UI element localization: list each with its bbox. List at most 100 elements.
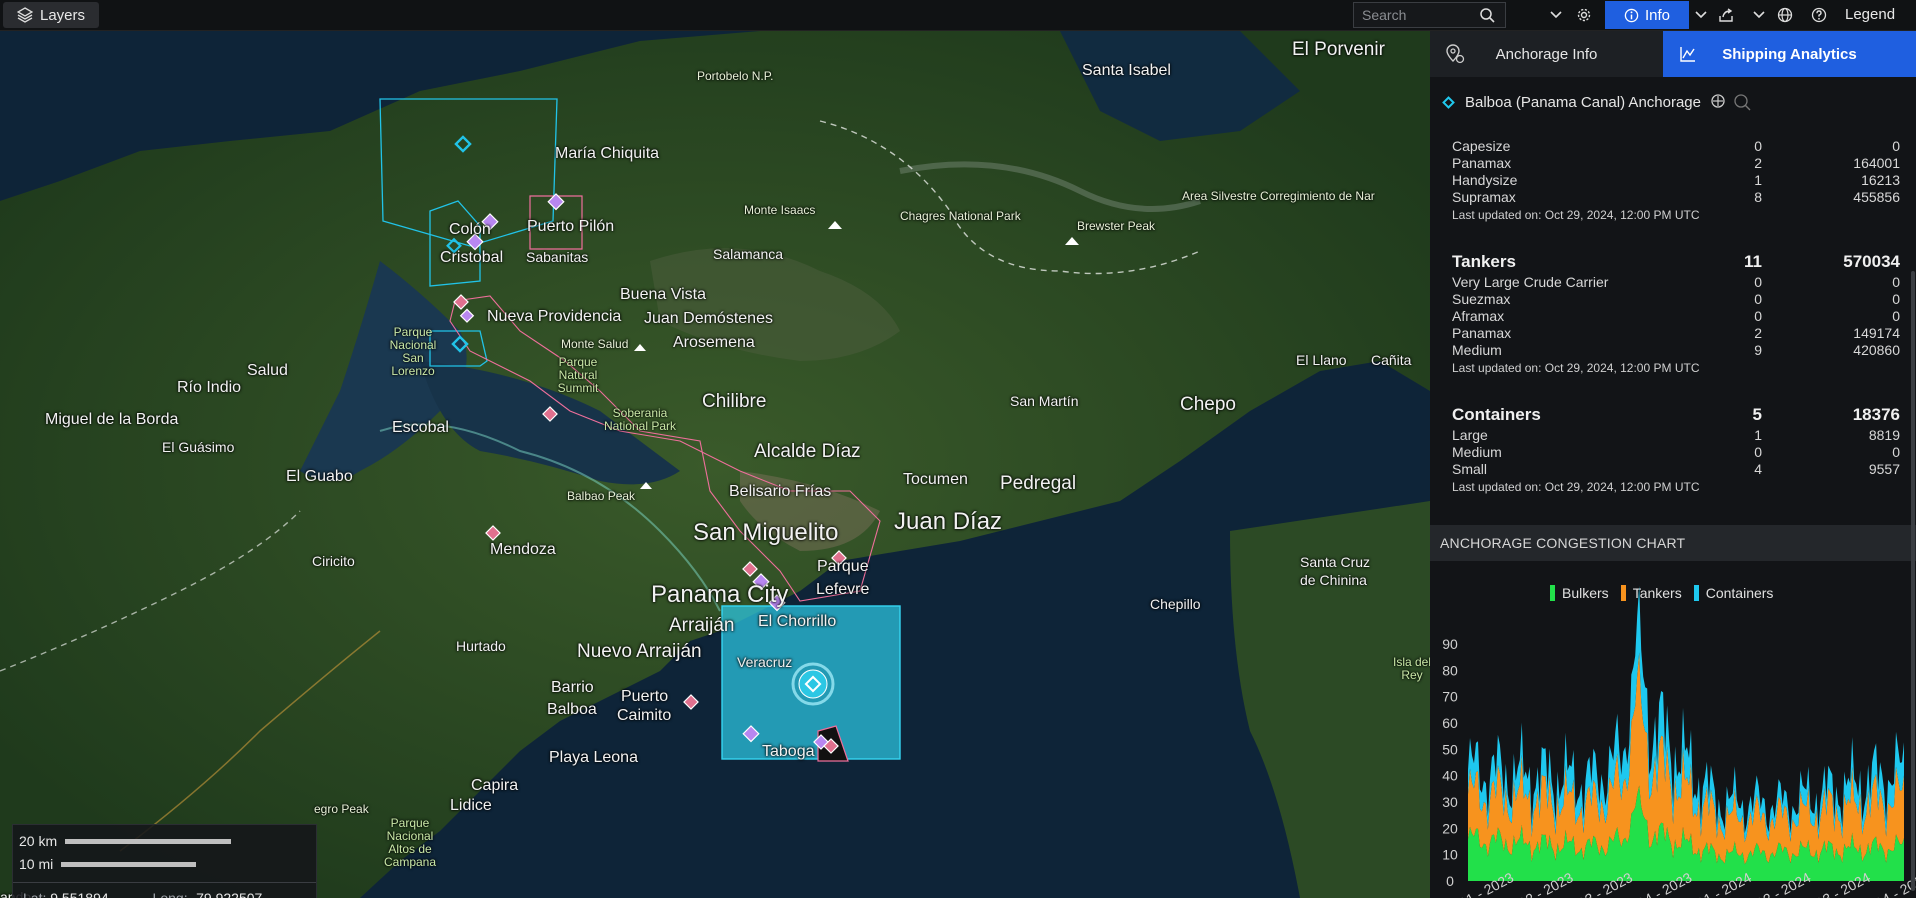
map-label: El Guabo: [286, 468, 353, 485]
map-label: Puerto: [621, 688, 669, 705]
containers-section: Containers 5 18376 Large 1 8819 Medium 0 0 Sma…: [1452, 404, 1900, 497]
help-icon[interactable]: [1808, 4, 1830, 26]
map-label: de Chinina: [1300, 572, 1367, 588]
panel-scrollbar[interactable]: [1911, 271, 1915, 891]
map-label: Juan Díaz: [894, 508, 1003, 535]
map-label: Juan Demóstenes: [644, 310, 773, 327]
lat-value: 9.551894: [50, 890, 109, 898]
map-label: Lidice: [450, 797, 492, 814]
park-label: Soberania National Park: [603, 406, 677, 433]
table-row: Aframax 0 0: [1452, 307, 1900, 324]
top-toolbar: Layers Info Legend: [0, 0, 1916, 31]
map-label: Belisario Frías: [729, 483, 832, 500]
info-button[interactable]: Info: [1605, 1, 1689, 29]
bulkers-section: Capesize 0 0 Panamax 2 164001 Handysize 1 1621…: [1452, 137, 1900, 225]
section-header: Containers 5 18376: [1452, 405, 1900, 424]
map-label: egro Peak: [314, 802, 369, 816]
anchorage-header: Balboa (Panama Canal) Anchorage: [1442, 93, 1751, 111]
globe-icon[interactable]: [1774, 4, 1796, 26]
y-tick-label: 50: [1442, 741, 1458, 757]
map-label: El Porvenir: [1292, 39, 1385, 60]
map-label: Capira: [471, 777, 519, 794]
info-label: Info: [1644, 6, 1671, 24]
map-label: Hurtado: [456, 638, 506, 654]
map-label: El Chorrillo: [758, 613, 837, 630]
right-panel: Anchorage Info Shipping Analytics Balboa…: [1430, 31, 1916, 898]
map-label: Cañita: [1371, 352, 1412, 368]
map-label: Balboa: [547, 701, 597, 718]
search-input[interactable]: [1354, 7, 1479, 23]
y-tick-label: 40: [1442, 768, 1458, 784]
map-label: Chepo: [1180, 394, 1236, 415]
layers-label: Layers: [40, 6, 86, 24]
y-tick-label: 10: [1442, 847, 1458, 863]
last-updated: Last updated on: Oct 29, 2024, 12:00 PM …: [1452, 208, 1700, 222]
table-row: Medium 0 0: [1452, 443, 1900, 460]
table-row: Medium 9 420860: [1452, 341, 1900, 358]
y-tick-label: 70: [1442, 689, 1458, 705]
tab-anchorage-info[interactable]: Anchorage Info: [1430, 31, 1663, 77]
table-row: Panamax 2 164001: [1452, 154, 1900, 171]
last-updated: Last updated on: Oct 29, 2024, 12:00 PM …: [1452, 480, 1700, 494]
table-row: Suezmax 0 0: [1452, 290, 1900, 307]
last-updated: Last updated on: Oct 29, 2024, 12:00 PM …: [1452, 361, 1700, 375]
map-label: Miguel de la Borda: [45, 411, 179, 428]
section-header: Tankers 11 570034: [1452, 252, 1900, 271]
map-label: Puerto Pilón: [527, 218, 615, 235]
y-tick-label: 20: [1442, 820, 1458, 836]
tankers-section: Tankers 11 570034 Very Large Crude Carrier…: [1452, 251, 1900, 378]
scale-km: 20 km: [19, 833, 232, 849]
map-label: San Martín: [1010, 393, 1079, 409]
table-row: Supramax 8 455856: [1452, 188, 1900, 205]
map-label: Tocumen: [903, 471, 968, 488]
table-row: Large 1 8819: [1452, 426, 1900, 443]
table-row: Panamax 2 149174: [1452, 324, 1900, 341]
map-label: Ciricito: [312, 553, 355, 569]
map-label: Cristobal: [440, 249, 504, 266]
map-pin-icon: [1446, 44, 1465, 64]
map-label: Parque: [817, 558, 869, 575]
chevron-down-icon[interactable]: [1690, 4, 1712, 26]
locate-pin-icon[interactable]: [1709, 93, 1727, 111]
legend-button[interactable]: Legend: [1845, 6, 1895, 23]
map-label: Barrio: [551, 679, 594, 696]
tab-shipping-analytics[interactable]: Shipping Analytics: [1663, 31, 1916, 77]
y-tick-label: 30: [1442, 794, 1458, 810]
map-label: Santa Isabel: [1082, 62, 1171, 79]
park-label: Parque Nacional Altos de Campana: [383, 816, 437, 869]
park-label: Parque Nacional San Lorenzo: [389, 325, 437, 378]
search-icon[interactable]: [1479, 7, 1495, 23]
share-icon[interactable]: [1715, 4, 1737, 26]
map-label: Santa Cruz: [1300, 554, 1371, 570]
map-label: El Guásimo: [162, 439, 235, 455]
map-label: Río Indio: [177, 379, 242, 396]
table-row: Handysize 1 16213: [1452, 171, 1900, 188]
scale-and-coords-box: 20 km 10 mi Lat: 9.551894 Long: -79.9225…: [12, 824, 317, 898]
info-icon: [1624, 8, 1639, 22]
search-box: [1353, 2, 1506, 28]
zoom-search-icon[interactable]: [1733, 93, 1751, 111]
map-canvas[interactable]: El Porvenir Santa Isabel Portobelo N.P. …: [0, 31, 1430, 898]
table-row: Capesize 0 0: [1452, 137, 1900, 154]
long-value: -79.922507: [191, 890, 263, 898]
congestion-chart[interactable]: 0102030405060708090Q1 - 2023Q2 - 2023Q3 …: [1430, 561, 1916, 898]
layers-button[interactable]: Layers: [3, 2, 99, 28]
y-tick-label: 0: [1446, 873, 1454, 889]
park-label: Isla del Rey: [1392, 655, 1430, 682]
map-label: El Llano: [1296, 352, 1347, 368]
map-label: Portobelo N.P.: [697, 69, 774, 83]
map-label: Panama City: [651, 581, 789, 608]
y-tick-label: 90: [1442, 636, 1458, 652]
cursor-coordinates: Lat: 9.551894 Long: -79.922507: [23, 890, 262, 898]
map-label: Brewster Peak: [1077, 219, 1156, 233]
chevron-down-icon[interactable]: [1545, 4, 1567, 26]
map-label: Chepillo: [1150, 596, 1201, 612]
map-label: Salamanca: [713, 246, 784, 262]
map-label: Pedregal: [1000, 473, 1077, 494]
map-label: Buena Vista: [620, 286, 706, 303]
map-label: Chagres National Park: [900, 209, 1021, 223]
y-tick-label: 60: [1442, 715, 1458, 731]
chevron-down-icon[interactable]: [1748, 4, 1770, 26]
map-label: Caimito: [617, 707, 672, 724]
settings-gear-icon[interactable]: [1573, 4, 1595, 26]
